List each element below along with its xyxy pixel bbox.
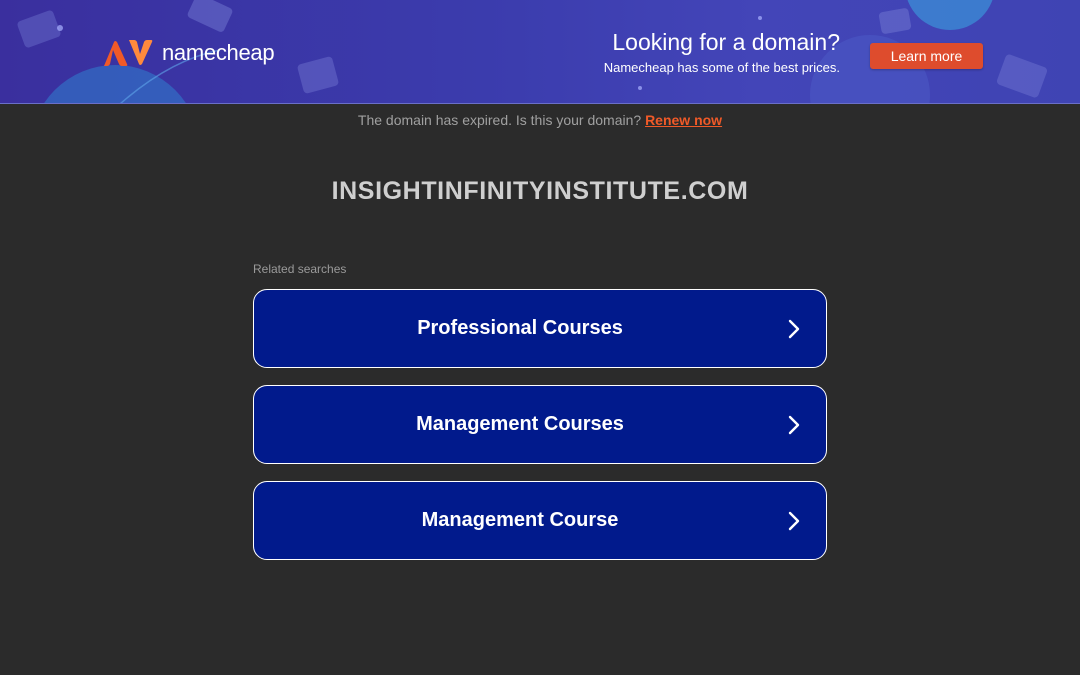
promo-title: Looking for a domain? [612,29,840,55]
related-search-management-courses[interactable]: Management Courses [253,385,827,464]
learn-more-button[interactable]: Learn more [870,43,983,69]
related-searches-label: Related searches [253,262,347,276]
related-search-professional-courses[interactable]: Professional Courses [253,289,827,368]
domain-title: INSIGHTINFINITYINSTITUTE.COM [331,177,749,205]
chevron-right-icon [788,511,800,531]
related-search-label: Management Course [421,509,619,531]
promo-text: Looking for a domain? Namecheap has some… [604,28,840,78]
related-search-management-course[interactable]: Management Course [253,481,827,560]
chevron-right-icon [788,415,800,435]
namecheap-logo[interactable]: namecheap [102,36,275,70]
promo-banner[interactable]: namecheap Looking for a domain? Namechea… [0,0,1080,104]
logo-text: namecheap [162,40,275,65]
chevron-right-icon [788,319,800,339]
related-searches-list: Professional Courses Management Courses … [253,289,827,577]
related-search-label: Professional Courses [417,317,623,339]
promo-subtitle: Namecheap has some of the best prices. [603,60,840,75]
renew-now-link[interactable]: Renew now [645,112,722,128]
expired-text: The domain has expired. Is this your dom… [357,112,646,128]
related-search-label: Management Courses [416,413,624,435]
namecheap-logo-icon [104,40,153,66]
expired-notice: The domain has expired. Is this your dom… [0,112,1080,128]
